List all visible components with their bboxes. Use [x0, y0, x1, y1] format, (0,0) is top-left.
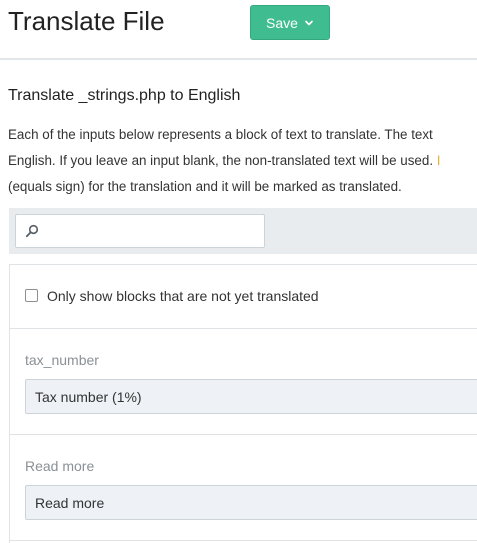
search-input[interactable] [44, 217, 259, 245]
search-toolbar [9, 208, 477, 254]
block-source-label: Read more [25, 458, 95, 474]
intro-line-3: (equals sign) for the translation and it… [8, 179, 402, 194]
intro-line-1: Each of the inputs below represents a bl… [8, 127, 433, 142]
save-button-label: Save [266, 14, 298, 31]
intro-line-2: English. If you leave an input blank, th… [8, 148, 477, 174]
chevron-down-icon [305, 20, 313, 25]
intro-line-2-accent: I [436, 153, 441, 168]
translation-panel: Only show blocks that are not yet transl… [9, 264, 477, 543]
search-icon [25, 224, 39, 238]
page-header: Translate File Save [0, 0, 477, 60]
translation-block: tax_number [10, 329, 477, 435]
save-button[interactable]: Save [250, 5, 330, 40]
block-translation-input[interactable] [25, 485, 477, 520]
untranslated-only-label[interactable]: Only show blocks that are not yet transl… [47, 287, 319, 305]
block-source-label: tax_number [25, 352, 99, 368]
intro-line-2-text: English. If you leave an input blank, th… [8, 153, 437, 168]
untranslated-only-checkbox[interactable] [25, 289, 38, 302]
translation-block: Read more [10, 435, 477, 541]
page-title: Translate File [8, 6, 165, 36]
search-field[interactable] [15, 214, 265, 248]
translate-file-page: Translate File Save Translate _strings.p… [0, 0, 477, 543]
section-heading: Translate _strings.php to English [8, 87, 241, 104]
intro-text: Each of the inputs below represents a bl… [8, 122, 477, 200]
block-translation-input[interactable] [25, 379, 477, 414]
filter-row: Only show blocks that are not yet transl… [10, 265, 477, 329]
